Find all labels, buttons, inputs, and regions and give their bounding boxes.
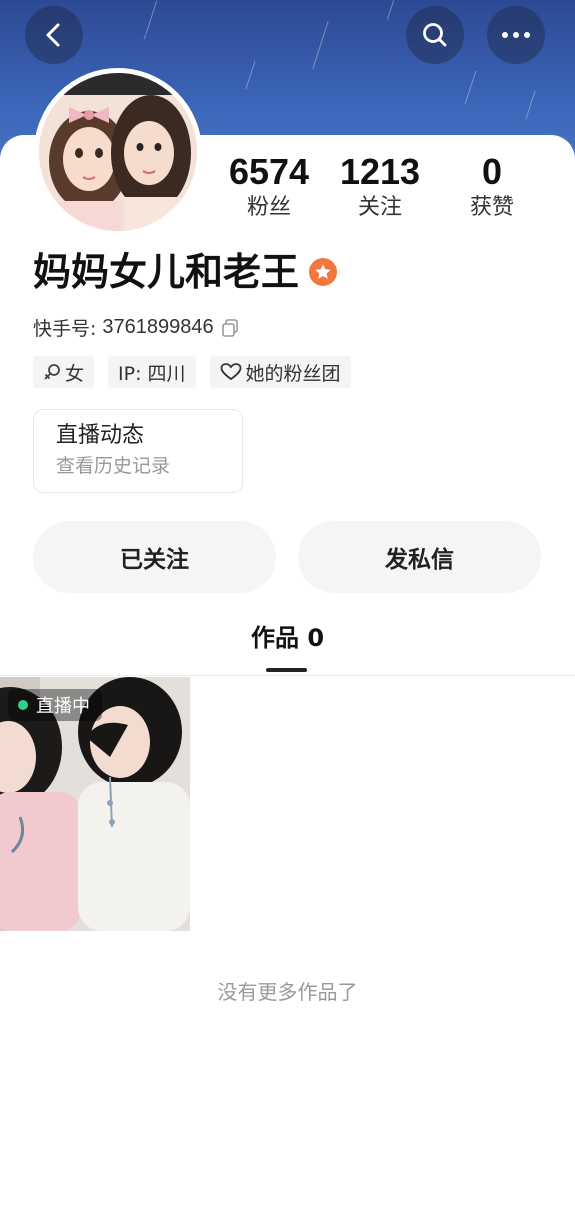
live-dot-icon (18, 700, 28, 710)
send-message-button[interactable]: 发私信 (298, 521, 541, 593)
chevron-left-icon (46, 23, 60, 47)
search-button[interactable] (406, 6, 464, 64)
search-icon (423, 23, 447, 47)
gender-tag: 女 (33, 356, 95, 388)
fans-label: 粉丝 (246, 195, 291, 220)
fans-count: 6574 (228, 151, 310, 192)
likes-count: 0 (481, 151, 503, 192)
gender-text: 女 (65, 362, 85, 385)
more-button[interactable] (487, 6, 545, 64)
live-history-card[interactable]: 直播动态 查看历史记录 (33, 409, 243, 493)
fan-group-text: 她的粉丝团 (245, 362, 341, 385)
more-horizontal-icon (502, 32, 530, 38)
fan-group-tag[interactable]: 她的粉丝团 (209, 356, 351, 388)
stat-likes[interactable]: 0 获赞 (437, 150, 547, 222)
copy-icon[interactable] (220, 318, 240, 338)
ip-tag: IP: 四川 (108, 356, 196, 388)
tab-indicator (266, 668, 307, 672)
name-row: 妈妈女儿和老王 (33, 248, 338, 296)
heart-icon (220, 363, 241, 381)
live-thumbnail[interactable]: 直播中 (0, 677, 190, 931)
stat-fans[interactable]: 6574 粉丝 (214, 150, 324, 222)
star-badge-icon[interactable] (309, 258, 338, 286)
profile-name: 妈妈女儿和老王 (33, 250, 300, 294)
following-label: 关注 (357, 195, 402, 220)
live-badge: 直播中 (8, 689, 102, 721)
tab-divider (0, 675, 575, 676)
kuaishou-id-value: 3761899846 (102, 316, 214, 338)
no-more-works-text: 没有更多作品了 (217, 980, 358, 1004)
kuaishou-id-row: 快手号: 3761899846 (33, 314, 240, 341)
profile-tags: 女 IP: 四川 她的粉丝团 (33, 356, 351, 388)
ip-text: IP: 四川 (118, 362, 186, 385)
live-history-title: 直播动态 (56, 423, 145, 448)
followed-button[interactable]: 已关注 (33, 521, 276, 593)
live-history-subtitle: 查看历史记录 (56, 455, 171, 477)
stat-following[interactable]: 1213 关注 (325, 150, 435, 222)
back-button[interactable] (25, 6, 83, 64)
live-badge-text: 直播中 (36, 696, 90, 717)
tab-works[interactable]: 作品 0 (0, 620, 575, 656)
female-icon (44, 364, 60, 380)
likes-label: 获赞 (469, 195, 514, 220)
avatar[interactable] (34, 68, 202, 236)
following-count: 1213 (339, 151, 421, 192)
kuaishou-id-label: 快手号: (33, 318, 97, 340)
